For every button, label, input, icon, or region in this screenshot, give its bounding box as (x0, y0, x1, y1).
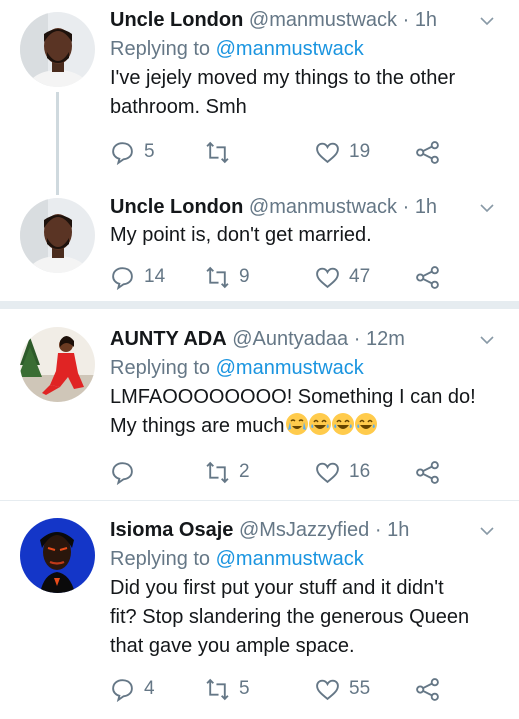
reply-button[interactable]: 14 (110, 262, 165, 292)
like-button[interactable]: 47 (315, 262, 370, 292)
reply-count: 14 (144, 266, 166, 287)
tweet-header: Isioma Osaje @MsJazzyfied · 1h (110, 518, 489, 542)
retweet-button[interactable]: 5 (205, 674, 250, 704)
tweet-text: Did you first put your stuff and it didn… (110, 577, 470, 657)
reply-icon (112, 461, 133, 485)
like-button[interactable]: 55 (315, 674, 370, 704)
separator-dot: · (353, 328, 361, 350)
reply-icon (112, 141, 133, 165)
display-name[interactable]: Isioma Osaje (110, 519, 233, 541)
timestamp[interactable]: 1h (415, 9, 437, 31)
separator-dot: · (374, 519, 382, 541)
retweet-count: 5 (239, 678, 250, 699)
crying-laughing-emoji (285, 413, 308, 435)
like-button[interactable]: 16 (315, 457, 370, 487)
tweet-1[interactable]: Uncle London @manmustwack · 1h Replying … (0, 0, 519, 195)
tweet-header: Uncle London @manmustwack · 1h (110, 8, 489, 32)
retweet-button[interactable] (205, 137, 239, 167)
share-icon (416, 460, 439, 484)
replying-to: Replying to @manmustwack (110, 38, 364, 60)
reply-count: 4 (144, 678, 155, 699)
like-button[interactable]: 19 (315, 137, 370, 167)
chevron-down-icon[interactable] (480, 524, 494, 538)
chevron-down-icon[interactable] (480, 333, 494, 347)
tweet-2[interactable]: Uncle London @manmustwack · 1h My point … (0, 195, 519, 301)
retweet-icon (206, 461, 229, 483)
tweet-text: LMFAOOOOOOOO! Something I can do! My thi… (110, 383, 489, 441)
share-button[interactable] (415, 674, 440, 704)
like-count: 16 (349, 461, 371, 482)
retweet-icon (206, 678, 229, 700)
user-handle[interactable]: @manmustwack (249, 196, 397, 218)
timestamp[interactable]: 1h (387, 519, 409, 541)
avatar-uncle-london[interactable] (20, 12, 95, 87)
retweet-button[interactable]: 9 (205, 262, 250, 292)
replying-to: Replying to @manmustwack (110, 548, 364, 570)
tweet-4[interactable]: Isioma Osaje @MsJazzyfied · 1h Replying … (0, 501, 519, 719)
tears-of-joy-emoji (354, 413, 377, 435)
timestamp[interactable]: 12m (366, 328, 405, 350)
share-icon (416, 140, 439, 164)
retweet-icon (206, 141, 229, 163)
replying-to: Replying to @manmustwack (110, 357, 364, 379)
mention-link[interactable]: @manmustwack (216, 38, 364, 60)
retweet-icon (206, 266, 229, 288)
separator-dot: · (402, 9, 410, 31)
share-button[interactable] (415, 457, 440, 487)
tears-of-joy-emoji (331, 413, 354, 435)
user-handle[interactable]: @manmustwack (249, 9, 397, 31)
display-name[interactable]: Uncle London (110, 196, 243, 218)
tweet-header: AUNTY ADA @Auntyadaa · 12m (110, 327, 489, 351)
reply-icon (112, 266, 133, 290)
tweet-text: I've jejely moved my things to the other… (110, 67, 456, 118)
mention-link[interactable]: @manmustwack (216, 548, 364, 570)
mention-link[interactable]: @manmustwack (216, 357, 364, 379)
tears-of-joy-emoji (308, 413, 331, 435)
reply-button[interactable]: 4 (110, 674, 155, 704)
avatar-isioma-osaje[interactable] (20, 518, 95, 593)
like-count: 19 (349, 141, 371, 162)
reply-count: 5 (144, 141, 155, 162)
like-icon (316, 267, 339, 288)
timestamp[interactable]: 1h (415, 196, 437, 218)
retweet-count: 2 (239, 461, 250, 482)
retweet-button[interactable]: 2 (205, 457, 250, 487)
reply-button[interactable]: 5 (110, 137, 155, 167)
display-name[interactable]: Uncle London (110, 9, 243, 31)
chevron-down-icon[interactable] (480, 14, 494, 28)
share-icon (416, 265, 439, 289)
chevron-down-icon[interactable] (480, 201, 494, 215)
like-count: 55 (349, 678, 371, 699)
reply-button[interactable] (110, 457, 144, 487)
like-icon (316, 679, 339, 700)
like-count: 47 (349, 266, 371, 287)
tweet-header: Uncle London @manmustwack · 1h (110, 195, 489, 219)
thread-line (56, 92, 59, 195)
separator-dot: · (402, 196, 410, 218)
user-handle[interactable]: @MsJazzyfied (239, 519, 369, 541)
avatar-uncle-london[interactable] (20, 198, 95, 273)
display-name[interactable]: AUNTY ADA (110, 328, 227, 350)
share-button[interactable] (415, 262, 440, 292)
retweet-count: 9 (239, 266, 250, 287)
tweet-text: My point is, don't get married. (110, 224, 372, 246)
tweet-text-line-2: My things are much (110, 412, 489, 441)
user-handle[interactable]: @Auntyadaa (232, 328, 348, 350)
share-icon (416, 677, 439, 701)
avatar-aunty-ada[interactable] (20, 327, 95, 402)
like-icon (316, 142, 339, 163)
thread-separator (0, 301, 519, 309)
like-icon (316, 462, 339, 483)
share-button[interactable] (415, 137, 440, 167)
reply-icon (112, 678, 133, 702)
tweet-3[interactable]: AUNTY ADA @Auntyadaa · 12m Replying to @… (0, 309, 519, 499)
